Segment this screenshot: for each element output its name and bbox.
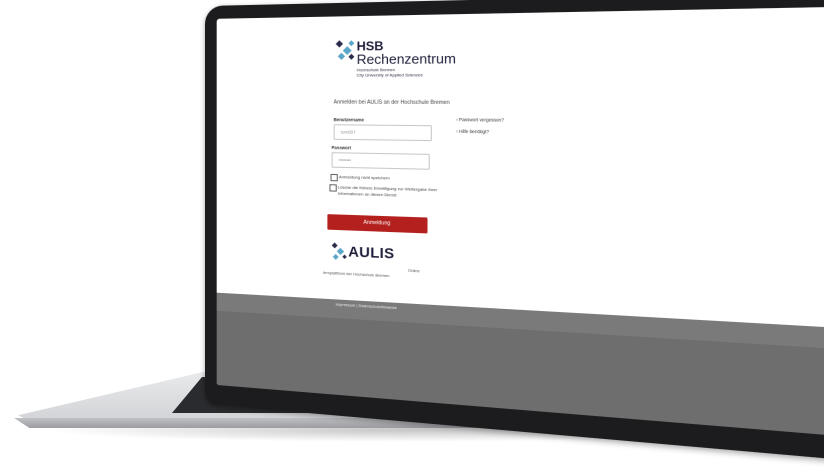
no-save-checkbox[interactable] [330,173,338,182]
laptop-lid: HSB Rechenzentrum Hochschule Bremen City… [205,0,824,467]
aulis-logo-text: AULIS [348,242,395,262]
no-save-checkbox-label: Anmeldung nicht speichern [338,174,390,181]
password-input[interactable]: •••••••• [331,152,430,170]
forgot-password-link[interactable]: › Passwort vergessen? [456,117,504,123]
hsb-logo-icon [335,40,355,61]
consent-checkbox-label: Lösche die frühere Einwilligung zur Weit… [337,184,438,198]
username-label: Benutzername [333,116,364,123]
laptop-device: HSB Rechenzentrum Hochschule Bremen City… [0,0,824,467]
aulis-online-label: Online [407,268,420,274]
password-label: Passwort [331,144,352,151]
screen: HSB Rechenzentrum Hochschule Bremen City… [216,5,824,442]
hsb-logo-caption: Hochschule Bremen City University of App… [356,67,477,78]
consent-checkbox[interactable] [329,184,337,192]
help-link[interactable]: › Hilfe benötigt? [456,129,489,135]
aulis-subtitle: lernplattform der Hochschule Bremen [323,270,390,279]
login-button[interactable]: Anmeldung [327,214,428,234]
login-title: Anmelden bei AULIS an der Hochschule Bre… [333,99,450,107]
hsb-logo-subtitle: Rechenzentrum [356,50,456,68]
aulis-logo-icon [331,242,347,260]
username-input[interactable]: tom007 [333,124,432,142]
hsb-caption-line2: City University of Applied Sciences [356,71,423,78]
